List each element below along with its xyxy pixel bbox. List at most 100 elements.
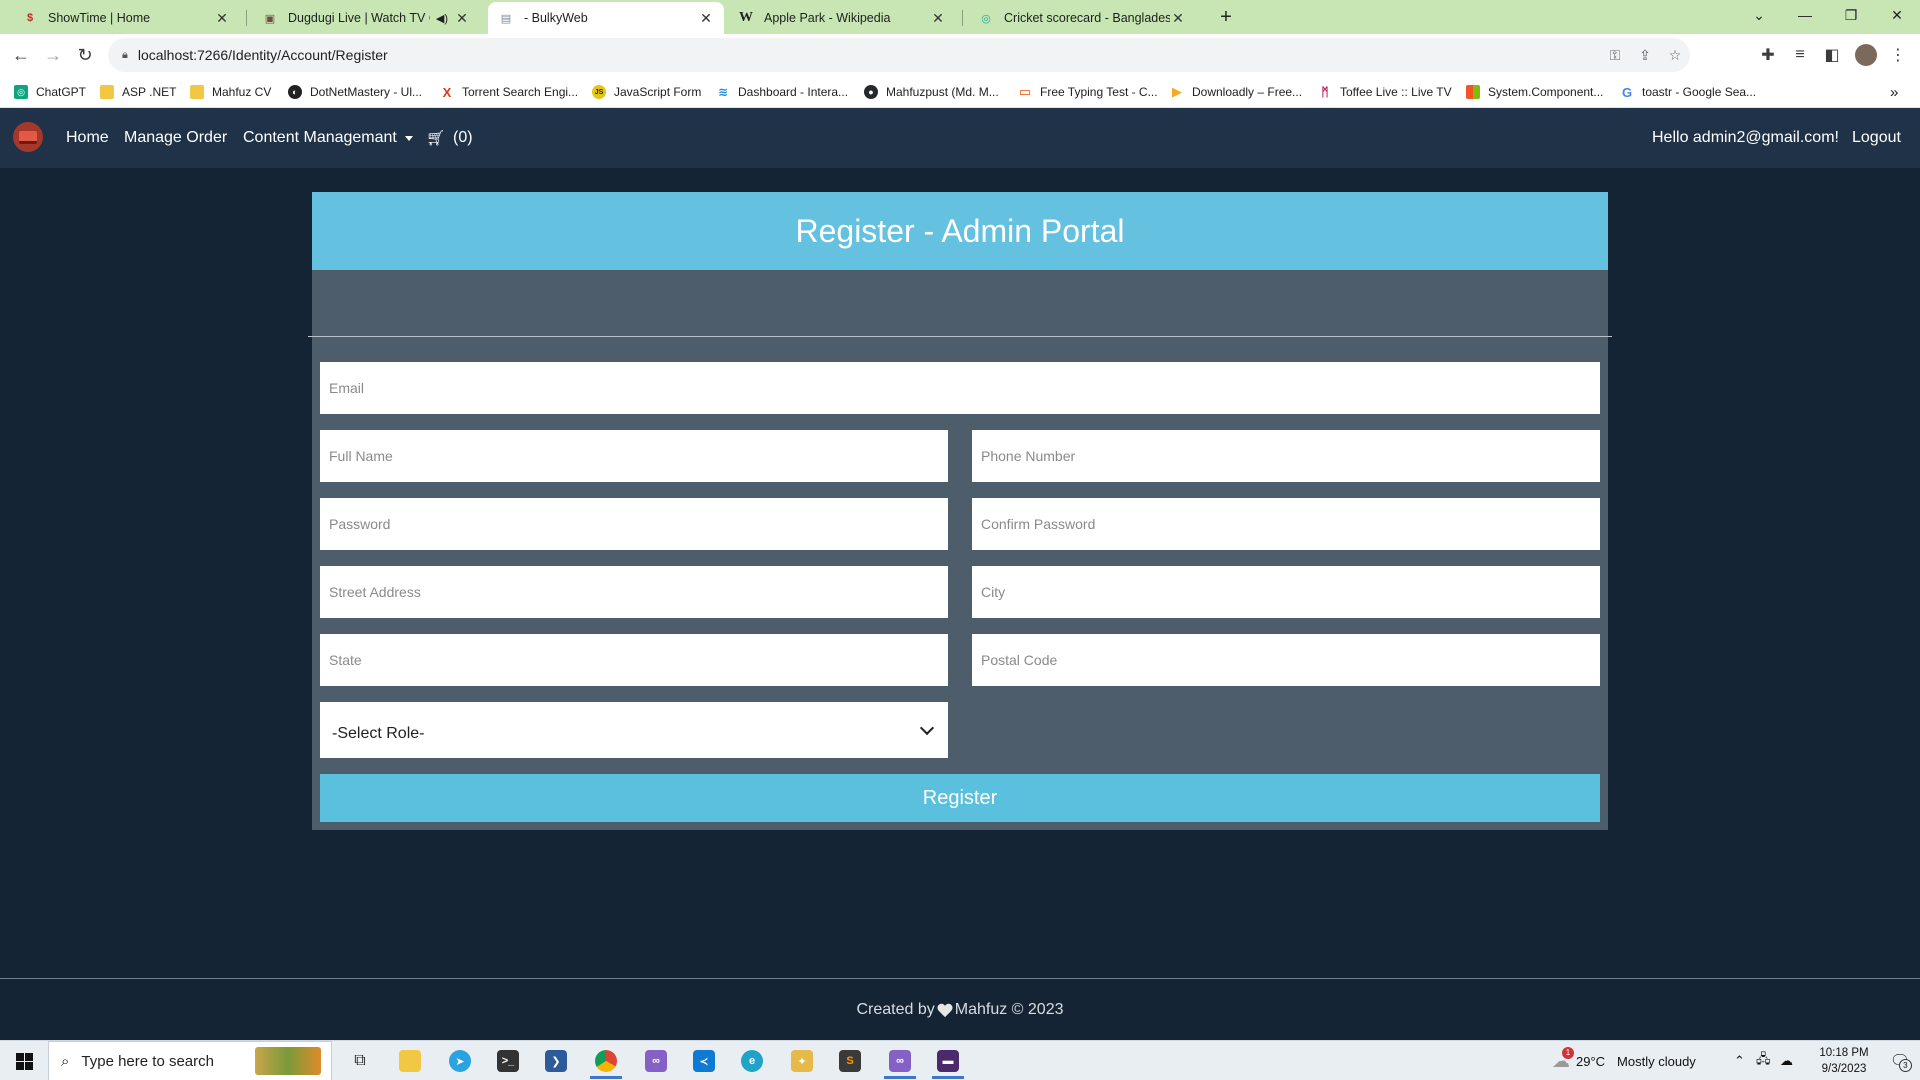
tab-dugdugi[interactable]: ▣ Dugdugi Live | Watch TV Onl ◀) ✕ xyxy=(252,2,480,34)
extensions-icon[interactable]: ✚ xyxy=(1752,34,1784,76)
close-tab-icon[interactable]: ✕ xyxy=(214,10,230,27)
tab-wikipedia[interactable]: W Apple Park - Wikipedia ✕ xyxy=(728,2,956,34)
weather-widget[interactable]: ☁︎ 1 29°C Mostly cloudy xyxy=(1552,1041,1696,1080)
bookmarks-overflow-icon[interactable]: » xyxy=(1890,76,1898,108)
phone-number-field[interactable] xyxy=(972,430,1600,482)
close-window-icon[interactable]: ✕ xyxy=(1874,0,1920,30)
close-tab-icon[interactable]: ✕ xyxy=(1170,10,1186,27)
state-field[interactable] xyxy=(320,634,948,686)
nav-manage-order[interactable]: Manage Order xyxy=(124,108,227,168)
city-field[interactable] xyxy=(972,566,1600,618)
task-view-icon[interactable]: ⧉ xyxy=(338,1041,382,1080)
nav-logout[interactable]: Logout xyxy=(1852,108,1901,168)
bookmark-typing-test[interactable]: ▭ Free Typing Test - C... xyxy=(1018,76,1158,108)
pictures-app-icon[interactable]: ✦ xyxy=(780,1041,824,1080)
tab-title: ShowTime | Home xyxy=(48,11,151,25)
tab-search-icon[interactable]: ⌄ xyxy=(1736,0,1782,30)
tab-showtime[interactable]: $ ShowTime | Home ✕ xyxy=(12,2,240,34)
bookmark-star-icon[interactable]: ☆ xyxy=(1660,38,1690,72)
show-hidden-icons[interactable]: ⌃ xyxy=(1734,1041,1745,1080)
close-tab-icon[interactable]: ✕ xyxy=(698,10,714,27)
bookmark-dashboard[interactable]: ≋ Dashboard - Intera... xyxy=(716,76,848,108)
password-key-icon[interactable]: ⚿ xyxy=(1600,38,1630,72)
new-tab-button[interactable]: + xyxy=(1214,4,1238,30)
bookmark-label: toastr - Google Sea... xyxy=(1642,85,1757,99)
bookmark-chatgpt[interactable]: ◎ ChatGPT xyxy=(14,76,86,108)
reload-icon[interactable]: ↻ xyxy=(70,34,100,76)
telegram-icon[interactable]: ➤ xyxy=(438,1041,482,1080)
chrome-icon[interactable] xyxy=(584,1041,628,1080)
nav-greeting[interactable]: Hello admin2@gmail.com! xyxy=(1652,108,1839,168)
role-select[interactable]: -Select Role- xyxy=(320,702,948,758)
showtime-favicon: $ xyxy=(26,12,34,24)
ssms-icon[interactable]: ▬ xyxy=(926,1041,970,1080)
notification-center-icon[interactable]: 🗨︎ 3 xyxy=(1882,1041,1918,1080)
network-icon[interactable]: 🖧 xyxy=(1756,1041,1771,1080)
search-icon: ⌕ xyxy=(61,1052,70,1070)
confirm-password-field[interactable] xyxy=(972,498,1600,550)
profile-avatar-icon[interactable] xyxy=(1850,34,1882,76)
media-control-icon[interactable]: ≡ xyxy=(1784,34,1816,76)
speaker-icon[interactable]: ◀) xyxy=(436,12,448,25)
visual-studio-icon[interactable]: ∞ xyxy=(634,1041,678,1080)
vscode-icon[interactable]: ≺ xyxy=(682,1041,726,1080)
windows-start-icon[interactable] xyxy=(2,1041,46,1080)
file-explorer-icon[interactable] xyxy=(388,1041,432,1080)
bookmark-dotnetmastery[interactable]: ◐ DotNetMastery - Ul... xyxy=(288,76,422,108)
terminal-icon[interactable]: >_ xyxy=(486,1041,530,1080)
password-field[interactable] xyxy=(320,498,948,550)
street-address-field[interactable] xyxy=(320,566,948,618)
folder-icon xyxy=(190,85,204,99)
full-name-field[interactable] xyxy=(320,430,948,482)
cart-icon: 🛒︎ xyxy=(426,130,446,147)
bookmark-downloadly[interactable]: ▶ Downloadly – Free... xyxy=(1170,76,1302,108)
bookmark-label: ChatGPT xyxy=(36,85,87,99)
browser-toolbar: ← → ↻ 🔒︎ localhost:7266/Identity/Account… xyxy=(0,34,1920,76)
nav-home[interactable]: Home xyxy=(66,108,109,168)
torrent-icon: X xyxy=(442,84,452,100)
powershell-icon[interactable]: ❯ xyxy=(534,1041,578,1080)
bookmark-toffee[interactable]: ᛗ Toffee Live :: Live TV xyxy=(1318,76,1451,108)
clock-time: 10:18 PM xyxy=(1819,1047,1869,1059)
bookmark-github[interactable]: ● Mahfuzpust (Md. M... xyxy=(864,76,999,108)
onedrive-icon[interactable]: ☁︎ xyxy=(1780,1041,1793,1080)
address-bar[interactable]: 🔒︎ localhost:7266/Identity/Account/Regis… xyxy=(108,38,1690,72)
forward-icon[interactable]: → xyxy=(38,34,68,76)
edge-icon[interactable]: e xyxy=(730,1041,774,1080)
back-icon[interactable]: ← xyxy=(6,34,36,76)
visual-studio-2-icon[interactable]: ∞ xyxy=(878,1041,922,1080)
bookmark-aspnet[interactable]: ASP .NET xyxy=(100,76,176,108)
header-divider xyxy=(308,336,1612,337)
taskbar-search[interactable]: ⌕ Type here to search xyxy=(48,1041,332,1080)
restore-icon[interactable]: ❐ xyxy=(1828,0,1874,30)
book-logo-icon[interactable] xyxy=(13,122,43,152)
footer-prefix: Created by xyxy=(856,1000,935,1018)
email-field[interactable] xyxy=(320,362,1600,414)
bookmark-toastr[interactable]: Gtoastr - Google Sea... xyxy=(1620,76,1756,108)
register-button[interactable]: Register xyxy=(320,774,1600,822)
minimize-icon[interactable]: — xyxy=(1782,0,1828,30)
nav-content-management[interactable]: Content Managemant xyxy=(243,108,413,168)
bookmark-javascript-form[interactable]: JS JavaScript Form xyxy=(592,76,701,108)
tab-separator xyxy=(962,10,963,26)
tab-cricket[interactable]: ◎ Cricket scorecard - Bangladesh v ✕ xyxy=(968,2,1196,34)
bookmark-label: Mahfuzpust (Md. M... xyxy=(886,85,999,99)
share-icon[interactable]: ⇪ xyxy=(1630,38,1660,72)
tab-separator xyxy=(246,10,247,26)
bookmark-label: Dashboard - Intera... xyxy=(738,85,849,99)
close-tab-icon[interactable]: ✕ xyxy=(930,10,946,27)
system-clock[interactable]: 10:18 PM 9/3/2023 xyxy=(1806,1044,1882,1078)
browser-menu-icon[interactable]: ⋮ xyxy=(1882,34,1914,76)
postal-code-field[interactable] xyxy=(972,634,1600,686)
heart-icon xyxy=(938,1004,952,1018)
clock-date: 9/3/2023 xyxy=(1821,1063,1867,1075)
dotnetmastery-icon: ◐ xyxy=(288,85,302,99)
bookmark-mahfuz-cv[interactable]: Mahfuz CV xyxy=(190,76,271,108)
bookmark-torrent[interactable]: X Torrent Search Engi... xyxy=(440,76,578,108)
tab-bulkyweb[interactable]: ▤ - BulkyWeb ✕ xyxy=(488,2,724,34)
bookmark-microsoft[interactable]: System.Component... xyxy=(1466,76,1603,108)
sublime-text-icon[interactable]: S xyxy=(828,1041,872,1080)
close-tab-icon[interactable]: ✕ xyxy=(454,10,470,27)
nav-cart[interactable]: 🛒︎ (0) xyxy=(426,108,473,168)
side-panel-icon[interactable]: ◧ xyxy=(1816,34,1848,76)
